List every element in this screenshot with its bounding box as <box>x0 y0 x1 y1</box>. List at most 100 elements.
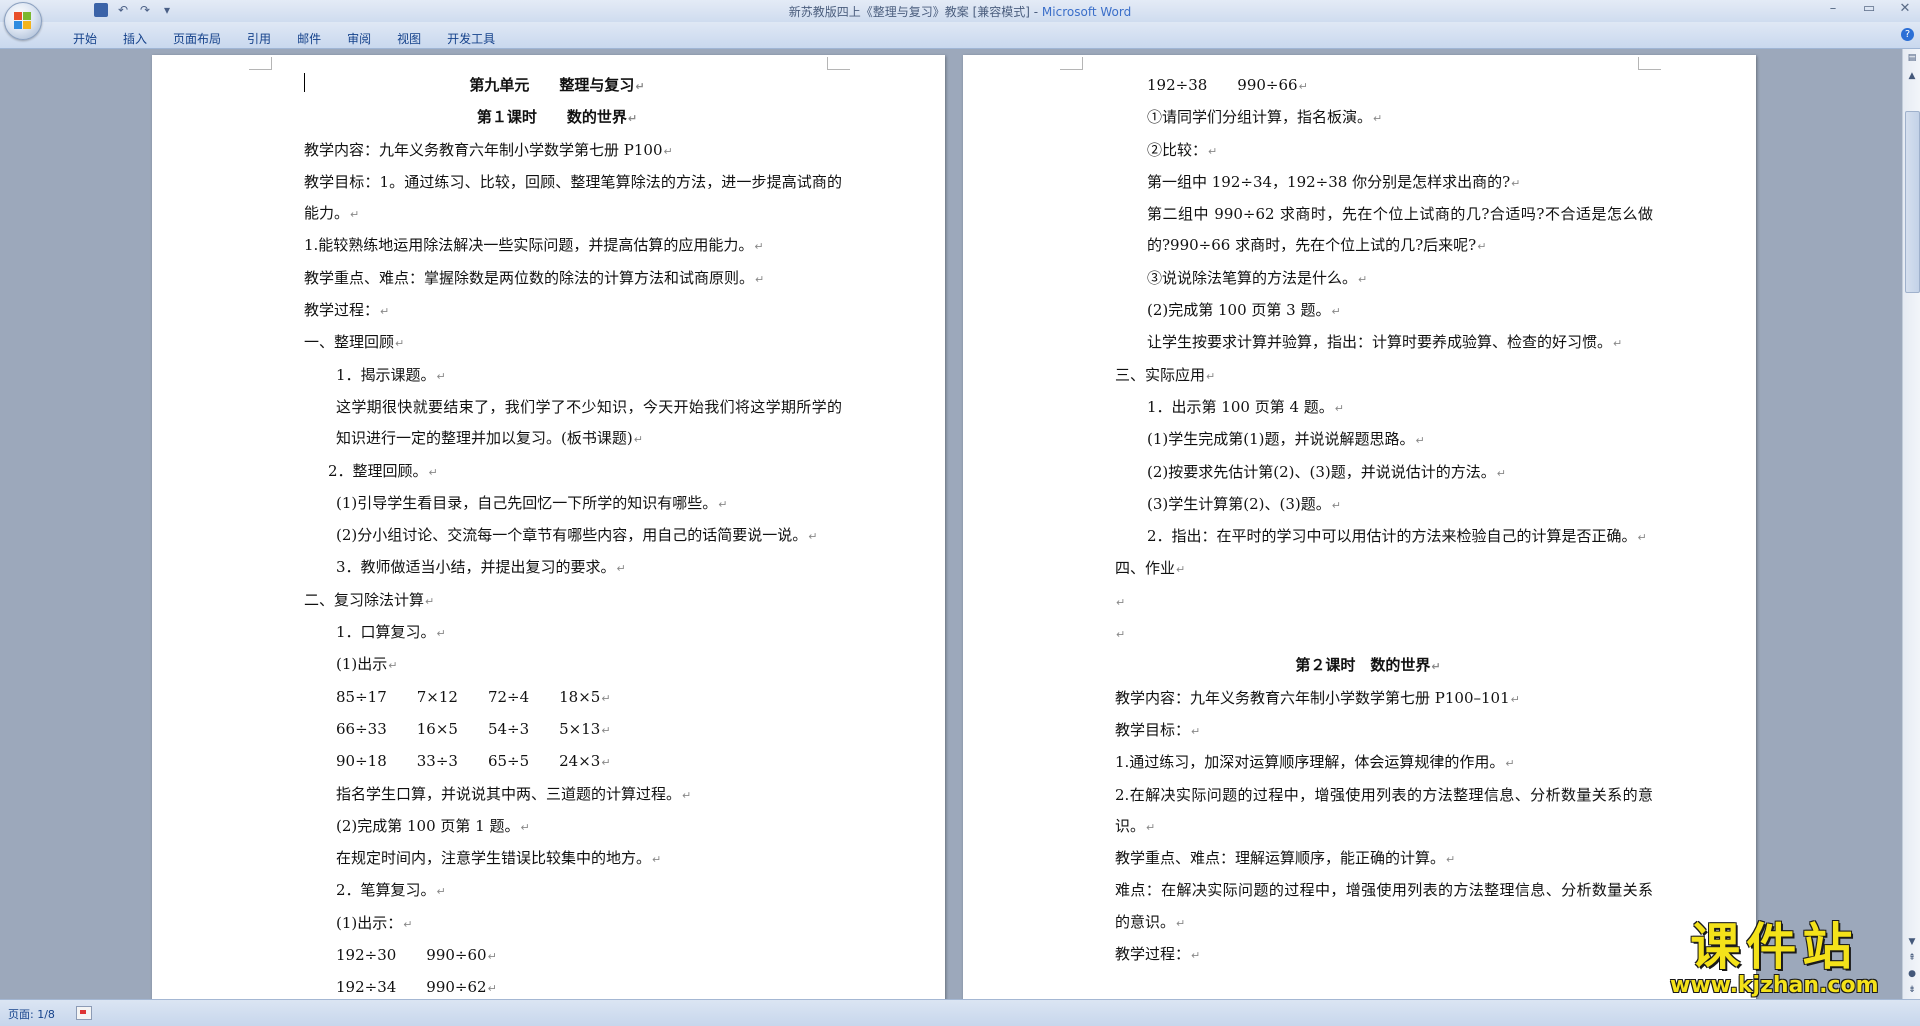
page-count[interactable]: 页面: 1/8 <box>8 1006 55 1022</box>
paragraph-mark-icon: ↵ <box>1505 757 1515 771</box>
tab-5[interactable]: 审阅 <box>334 30 384 47</box>
tab-7[interactable]: 开发工具 <box>434 30 508 47</box>
page-text[interactable]: 192÷38 990÷66↵ ①请同学们分组计算，指名板演。↵ ②比较：↵ 第一组中 … <box>1083 70 1653 971</box>
paragraph-line[interactable]: 66÷33 16×5 54÷3 5×13↵ <box>272 714 842 746</box>
line-text: 三、实际应用 <box>1115 365 1206 384</box>
paragraph-mark-icon: ↵ <box>601 723 611 737</box>
line-text: 第１课时 数的世界 <box>476 108 627 127</box>
paragraph-line[interactable]: 90÷18 33÷3 65÷5 24×3↵ <box>272 746 842 778</box>
paragraph-line[interactable]: 85÷17 7×12 72÷4 18×5↵ <box>272 682 842 714</box>
minimize-icon[interactable]: – <box>1826 1 1840 16</box>
maximize-icon[interactable]: ▭ <box>1862 1 1876 16</box>
tab-3[interactable]: 引用 <box>234 30 284 47</box>
paragraph-line[interactable]: 教学内容：九年义务教育六年制小学数学第七册 P100–101↵ <box>1083 683 1653 715</box>
margin-mark <box>249 57 272 70</box>
paragraph-line[interactable]: 192÷30 990÷60↵ <box>272 940 842 972</box>
paragraph-line[interactable]: (2)完成第 100 页第 3 题。↵ <box>1083 295 1653 327</box>
line-text: 难点：在解决实际问题的过程中，增强使用列表的方法整理信息、分析数量关系的意识。 <box>1115 881 1653 931</box>
line-text: 让学生按要求计算并验算，指出：计算时要养成验算、检查的好习惯。 <box>1147 333 1613 352</box>
paragraph-line[interactable]: 一、整理回顾↵ <box>272 327 842 359</box>
paragraph-line[interactable]: 教学过程：↵ <box>1083 939 1653 971</box>
paragraph-line[interactable]: 教学内容：九年义务教育六年制小学数学第七册 P100↵ <box>272 135 842 167</box>
paragraph-line[interactable]: 1.能较熟练地运用除法解决一些实际问题，并提高估算的应用能力。↵ <box>272 230 842 262</box>
paragraph-line[interactable]: (1)出示↵ <box>272 649 842 681</box>
paragraph-line[interactable]: (2)完成第 100 页第 1 题。↵ <box>272 811 842 843</box>
paragraph-line[interactable]: 难点：在解决实际问题的过程中，增强使用列表的方法整理信息、分析数量关系的意识。↵ <box>1083 875 1653 939</box>
vertical-scrollbar[interactable]: ▤ ▲ ▼ ⇞ ● ⇟ <box>1902 49 1920 999</box>
paragraph-mark-icon: ↵ <box>1511 176 1521 190</box>
paragraph-line[interactable]: 教学目标：1。通过练习、比较，回顾、整理笔算除法的方法，进一步提高试商的能力。↵ <box>272 167 842 231</box>
paragraph-line[interactable]: 1．口算复习。↵ <box>272 617 842 649</box>
office-button[interactable] <box>4 2 42 40</box>
paragraph-line[interactable]: 2.在解决实际问题的过程中，增强使用列表的方法整理信息、分析数量关系的意识。↵ <box>1083 780 1653 844</box>
close-icon[interactable]: ✕ <box>1898 1 1912 16</box>
paragraph-line[interactable]: 1.通过练习，加深对运算顺序理解，体会运算规律的作用。↵ <box>1083 747 1653 779</box>
paragraph-line[interactable]: 这学期很快就要结束了，我们学了不少知识，今天开始我们将这学期所学的知识进行一定的… <box>272 392 842 456</box>
paragraph-line[interactable]: (1)出示：↵ <box>272 908 842 940</box>
scroll-down-icon[interactable]: ▼ <box>1905 935 1919 949</box>
line-text: (1)引导学生看目录，自己先回忆一下所学的知识有哪些。 <box>336 493 718 512</box>
ruler-toggle-icon[interactable]: ▤ <box>1905 51 1919 65</box>
paragraph-line[interactable]: 教学过程：↵ <box>272 295 842 327</box>
paragraph-line[interactable]: 三、实际应用↵ <box>1083 360 1653 392</box>
paragraph-mark-icon: ↵ <box>601 691 611 705</box>
tab-2[interactable]: 页面布局 <box>160 30 234 47</box>
paragraph-mark-icon: ↵ <box>1191 724 1201 738</box>
document-area[interactable]: 第九单元 整理与复习↵ 第１课时 数的世界↵ 教学内容：九年义务教育六年制小学数学第… <box>0 49 1902 999</box>
tab-4[interactable]: 邮件 <box>284 30 334 47</box>
line-text: ②比较： <box>1147 140 1208 159</box>
help-icon[interactable]: ? <box>1901 28 1914 41</box>
page-text[interactable]: 第九单元 整理与复习↵ 第１课时 数的世界↵ 教学内容：九年义务教育六年制小学数学第… <box>272 70 842 999</box>
paragraph-mark-icon: ↵ <box>436 369 446 383</box>
watermark-url: www.kjzhan.com <box>1670 973 1879 998</box>
scroll-thumb[interactable] <box>1905 111 1920 293</box>
paragraph-line[interactable]: ①请同学们分组计算，指名板演。↵ <box>1083 102 1653 134</box>
paragraph-line[interactable]: 1．出示第 100 页第 4 题。↵ <box>1083 392 1653 424</box>
paragraph-mark-icon: ↵ <box>395 337 405 351</box>
paragraph-line[interactable]: 教学重点、难点：理解运算顺序，能正确的计算。↵ <box>1083 843 1653 875</box>
paragraph-line[interactable]: ③说说除法笔算的方法是什么。↵ <box>1083 263 1653 295</box>
paragraph-line[interactable]: 二、复习除法计算↵ <box>272 585 842 617</box>
tab-1[interactable]: 插入 <box>110 30 160 47</box>
paragraph-line[interactable]: 1．揭示课题。↵ <box>272 360 842 392</box>
paragraph-line[interactable]: 第二组中 990÷62 求商时，先在个位上试商的几?合适吗?不合适是怎么做的?9… <box>1083 199 1653 263</box>
next-page-icon[interactable]: ⇟ <box>1905 983 1919 997</box>
paragraph-line[interactable]: 2．笔算复习。↵ <box>272 875 842 907</box>
tab-6[interactable]: 视图 <box>384 30 434 47</box>
paragraph-line[interactable]: ↵ <box>1083 618 1653 650</box>
paragraph-line[interactable]: 3．教师做适当小结，并提出复习的要求。↵ <box>272 552 842 584</box>
line-text: 192÷30 990÷60 <box>336 946 487 965</box>
paragraph-line[interactable]: 2．整理回顾。↵ <box>272 456 842 488</box>
paragraph-line[interactable]: 教学目标：↵ <box>1083 715 1653 747</box>
page-1[interactable]: 第九单元 整理与复习↵ 第１课时 数的世界↵ 教学内容：九年义务教育六年制小学数学第… <box>152 55 945 999</box>
paragraph-mark-icon: ↵ <box>436 885 446 899</box>
paragraph-line[interactable]: 让学生按要求计算并验算，指出：计算时要养成验算、检查的好习惯。↵ <box>1083 327 1653 359</box>
paragraph-line[interactable]: (3)学生计算第(2)、(3)题。↵ <box>1083 489 1653 521</box>
paragraph-line[interactable]: ↵ <box>1083 586 1653 618</box>
heading-line[interactable]: 第九单元 整理与复习↵ <box>272 70 842 102</box>
paragraph-line[interactable]: (2)分小组讨论、交流每一个章节有哪些内容，用自己的话简要说一说。↵ <box>272 520 842 552</box>
line-text: 教学过程： <box>304 301 380 320</box>
paragraph-line[interactable]: 192÷34 990÷62↵ <box>272 972 842 999</box>
page-2[interactable]: 192÷38 990÷66↵ ①请同学们分组计算，指名板演。↵ ②比较：↵ 第一组中 … <box>963 55 1756 999</box>
previous-page-icon[interactable]: ⇞ <box>1905 951 1919 965</box>
heading-line[interactable]: 第２课时 数的世界↵ <box>1083 650 1653 682</box>
select-browse-object-icon[interactable]: ● <box>1905 967 1919 981</box>
paragraph-line[interactable]: 指名学生口算，并说说其中两、三道题的计算过程。↵ <box>272 779 842 811</box>
paragraph-line[interactable]: 在规定时间内，注意学生错误比较集中的地方。↵ <box>272 843 842 875</box>
heading-line[interactable]: 第１课时 数的世界↵ <box>272 102 842 134</box>
paragraph-line[interactable]: 2．指出：在平时的学习中可以用估计的方法来检验自己的计算是否正确。↵ <box>1083 521 1653 553</box>
scroll-up-icon[interactable]: ▲ <box>1905 69 1919 83</box>
paragraph-line[interactable]: (2)按要求先估计第(2)、(3)题，并说说估计的方法。↵ <box>1083 457 1653 489</box>
proofing-icon[interactable] <box>76 1006 92 1020</box>
paragraph-line[interactable]: ②比较：↵ <box>1083 135 1653 167</box>
paragraph-line[interactable]: 第一组中 192÷34，192÷38 你分别是怎样求出商的?↵ <box>1083 167 1653 199</box>
paragraph-line[interactable]: 192÷38 990÷66↵ <box>1083 70 1653 102</box>
paragraph-line[interactable]: (1)引导学生看目录，自己先回忆一下所学的知识有哪些。↵ <box>272 488 842 520</box>
paragraph-line[interactable]: 教学重点、难点：掌握除数是两位数的除法的计算方法和试商原则。↵ <box>272 263 842 295</box>
line-text: 2．指出：在平时的学习中可以用估计的方法来检验自己的计算是否正确。 <box>1147 527 1637 546</box>
paragraph-line[interactable]: 四、作业↵ <box>1083 553 1653 585</box>
paragraph-line[interactable]: (1)学生完成第(1)题，并说说解题思路。↵ <box>1083 424 1653 456</box>
tab-0[interactable]: 开始 <box>60 30 110 47</box>
paragraph-mark-icon: ↵ <box>601 756 611 770</box>
